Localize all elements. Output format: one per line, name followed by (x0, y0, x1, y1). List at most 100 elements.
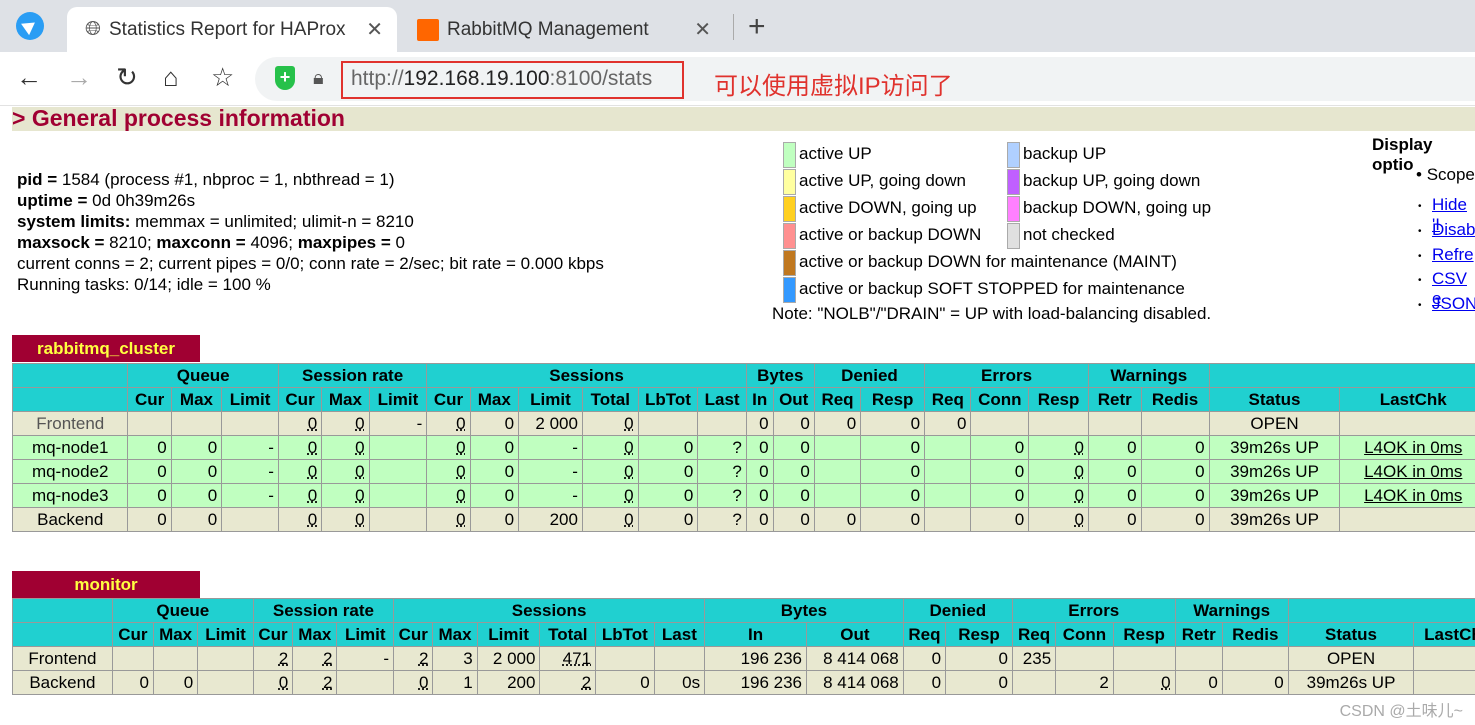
cell: - (368, 411, 428, 436)
cell: 0 (1140, 435, 1210, 460)
cell[interactable]: 0 (581, 507, 639, 532)
row-name[interactable]: Frontend (12, 646, 113, 671)
column-header: Max (152, 622, 199, 647)
cell: 0 (860, 507, 926, 532)
cell: 39m26s UP (1208, 507, 1341, 532)
stats-table-monitor: Queue Session rate Sessions Bytes Denied… (12, 598, 1475, 695)
new-tab-icon[interactable]: + (748, 10, 766, 44)
cell (924, 435, 972, 460)
cell: 0 (637, 459, 699, 484)
cell: 0 (469, 483, 520, 508)
proxy-name-monitor[interactable]: monitor (12, 571, 200, 598)
cell (1055, 646, 1114, 671)
telegram-icon[interactable] (16, 12, 44, 40)
section-title: > General process information (12, 107, 1475, 131)
globe-icon: 🌐︎ (85, 18, 101, 40)
column-header: Max (170, 387, 223, 412)
cell: 0 (637, 435, 699, 460)
cell: 0 (426, 459, 471, 484)
cell: 2 000 (518, 411, 583, 436)
column-header: Limit (518, 387, 583, 412)
cell: ? (697, 459, 747, 484)
cell: 0 (426, 507, 471, 532)
disable-refresh-link[interactable]: Disabl (1432, 220, 1475, 240)
cell: 1 (432, 670, 478, 695)
cell: 39m26s UP (1208, 435, 1341, 460)
home-icon[interactable]: ⌂ (163, 62, 179, 93)
cell (697, 411, 747, 436)
tab-bar: 🌐︎ Statistics Report for HAProx ✕ Rabbit… (0, 0, 1475, 52)
row-name[interactable]: mq-node3 (11, 483, 129, 508)
close-tab-icon[interactable]: ✕ (694, 17, 711, 42)
url-field[interactable]: http://192.168.19.100:8100/stats (341, 61, 684, 99)
column-header: LastChk (1413, 622, 1475, 647)
cell[interactable]: 471 (539, 646, 597, 671)
cell: 0s (653, 670, 706, 695)
favorites-icon[interactable]: ☆ (211, 62, 234, 93)
cell: 0 (860, 435, 926, 460)
row-name[interactable]: Backend (11, 507, 129, 532)
cell: 0 (321, 435, 370, 460)
cell: 0 (111, 670, 154, 695)
column-header: Max (292, 622, 338, 647)
cell: 0 (1028, 435, 1089, 460)
cell: 39m26s UP (1208, 459, 1341, 484)
cell (170, 411, 223, 436)
cell[interactable] (1339, 507, 1475, 532)
column-header: Max (469, 387, 520, 412)
cell[interactable]: L4OK in 0ms (1339, 435, 1475, 460)
cell[interactable]: 0 (581, 459, 639, 484)
cell: 0 (772, 483, 815, 508)
row-name[interactable]: mq-node2 (11, 459, 129, 484)
table-row: mq-node1 0 0-0 0 0 0-0 0? 0 0 0 0 0 0 0 39m26s UP L4OK … (11, 435, 1475, 460)
insecure-lock-icon[interactable]: 🔒︎ (313, 67, 324, 90)
cell: 0 (321, 507, 370, 532)
column-header: Cur (393, 622, 434, 647)
cell: 0 (637, 483, 699, 508)
table-row: Frontend 2 2-2 3 2 000 471 196 236 8 414 068 0 0 2… (12, 646, 1475, 671)
cell: 0 (1087, 459, 1142, 484)
cell[interactable]: L4OK in 0ms (1339, 483, 1475, 508)
cell: 0 (321, 483, 370, 508)
cell: 0 (745, 507, 774, 532)
cell[interactable]: 0 (581, 411, 639, 436)
cell[interactable]: 0 (581, 483, 639, 508)
reload-icon[interactable]: ↻ (116, 62, 138, 93)
cell[interactable]: L4OK in 0ms (1339, 459, 1475, 484)
cell: 0 (902, 670, 947, 695)
cell: 0 (426, 483, 471, 508)
table-row: Frontend 0 0-0 0 2 000 0 0 0 0 0 0 OPEN (11, 411, 1475, 436)
cell: 2 (252, 646, 294, 671)
column-header: Max (432, 622, 478, 647)
tab-haproxy-stats[interactable]: 🌐︎ Statistics Report for HAProx ✕ (67, 7, 397, 52)
proxy-name-rabbitmq[interactable]: rabbitmq_cluster (12, 335, 200, 362)
column-header: Limit (221, 387, 279, 412)
cell: 0 (637, 507, 699, 532)
json-export-link[interactable]: JSON (1432, 294, 1475, 314)
back-icon[interactable]: ← (16, 62, 42, 93)
row-name[interactable]: mq-node1 (11, 435, 129, 460)
cell: 0 (745, 459, 774, 484)
forward-icon[interactable]: → (66, 62, 92, 93)
cell (221, 411, 279, 436)
cell[interactable] (1413, 670, 1475, 695)
refresh-link[interactable]: Refre (1432, 245, 1474, 265)
cell: - (336, 646, 395, 671)
close-tab-icon[interactable]: ✕ (366, 17, 383, 42)
stats-page: > General process information pid = 1584… (0, 107, 1475, 725)
cell (111, 646, 154, 671)
tab-rabbitmq[interactable]: RabbitMQ Management ✕ (405, 7, 725, 52)
row-name[interactable]: Frontend (11, 411, 129, 436)
column-header: Resp (1112, 622, 1176, 647)
cell (924, 483, 972, 508)
cell (1221, 646, 1289, 671)
cell: 0 (902, 646, 947, 671)
cell[interactable]: 2 (539, 670, 597, 695)
row-name[interactable]: Backend (12, 670, 113, 695)
cell: 0 (277, 411, 323, 436)
cell[interactable] (1413, 646, 1475, 671)
column-header: Limit (336, 622, 395, 647)
cell[interactable]: 0 (581, 435, 639, 460)
cell[interactable] (1339, 411, 1475, 436)
legend-note: Note: "NOLB"/"DRAIN" = UP with load-bala… (772, 304, 1212, 323)
